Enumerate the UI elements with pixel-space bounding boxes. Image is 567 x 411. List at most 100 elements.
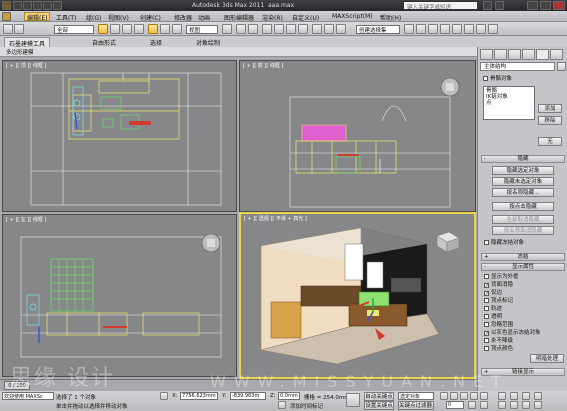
none-button[interactable]: 无 bbox=[538, 137, 562, 146]
hide-selected-button[interactable]: 隐藏选定对象 bbox=[492, 166, 554, 175]
viewport-left[interactable]: [ + ][ 左 ][ 线框 ] bbox=[2, 214, 237, 377]
display-prop-checkbox[interactable] bbox=[484, 306, 489, 311]
tab-freeform[interactable]: 自由形式 bbox=[88, 37, 120, 47]
render-production-icon[interactable] bbox=[488, 24, 498, 34]
time-tag-icon[interactable] bbox=[278, 401, 286, 409]
window-crossing-icon[interactable] bbox=[134, 24, 144, 34]
display-prop-checkbox[interactable] bbox=[484, 274, 489, 279]
viewport-top[interactable]: [ + ][ 顶 ][ 线框 ] bbox=[2, 60, 237, 212]
viewport-front[interactable]: [ + ][ 前 ][ 线框 ] bbox=[239, 60, 476, 212]
redo-icon[interactable] bbox=[53, 1, 62, 10]
add-time-tag-button[interactable]: 添加时间标记 bbox=[290, 402, 323, 410]
maxscript-listener-field[interactable]: 欢迎使用 MAXSc bbox=[2, 392, 54, 400]
lock-selection-icon[interactable] bbox=[160, 392, 168, 400]
render-setup-icon[interactable] bbox=[464, 24, 474, 34]
select-object-icon[interactable] bbox=[98, 24, 108, 34]
select-scale-icon[interactable] bbox=[172, 24, 182, 34]
add-button[interactable]: 添加 bbox=[538, 104, 562, 113]
display-prop-checkbox[interactable]: ✓ bbox=[484, 331, 489, 337]
polygon-modeling-label[interactable]: 多边形建模 bbox=[6, 48, 34, 56]
zoom-icon[interactable] bbox=[498, 392, 506, 400]
maximize-viewport-icon[interactable] bbox=[534, 401, 542, 409]
object-type-list[interactable]: 骨骼 IK链对象 点 bbox=[483, 86, 535, 120]
menu-animation[interactable]: 动画 bbox=[198, 13, 210, 22]
menu-views[interactable]: 视图(V) bbox=[108, 13, 129, 22]
key-filters-button[interactable]: 关键点过滤器... bbox=[398, 401, 434, 410]
display-prop-checkbox[interactable] bbox=[484, 298, 489, 303]
auto-key-button[interactable]: 自动关键点 bbox=[364, 392, 394, 401]
time-config-icon[interactable] bbox=[480, 401, 488, 409]
named-selection-dropdown[interactable]: 创建选择集 bbox=[356, 25, 400, 34]
schematic-view-icon[interactable] bbox=[440, 24, 450, 34]
display-props-rollout-header[interactable]: - 显示属性 bbox=[481, 263, 565, 271]
hierarchy-tab-icon[interactable] bbox=[508, 49, 521, 60]
key-mode-icon[interactable] bbox=[468, 401, 476, 409]
fov-icon[interactable] bbox=[498, 401, 506, 409]
search-icon[interactable] bbox=[483, 1, 492, 10]
percent-snap-icon[interactable] bbox=[286, 24, 296, 34]
app-logo-icon[interactable] bbox=[2, 1, 11, 10]
material-editor-icon[interactable] bbox=[452, 24, 462, 34]
display-tab-icon[interactable] bbox=[536, 49, 549, 60]
list-item[interactable]: 点 bbox=[486, 100, 532, 106]
display-prop-checkbox[interactable]: ✓ bbox=[484, 291, 489, 297]
select-rotate-icon[interactable] bbox=[160, 24, 170, 34]
reference-coord-dropdown[interactable]: 视图 bbox=[186, 25, 218, 34]
modify-tab-icon[interactable] bbox=[494, 49, 507, 60]
maximize-button[interactable] bbox=[540, 1, 551, 10]
display-prop-checkbox[interactable] bbox=[484, 322, 489, 327]
viewport-persp-label[interactable]: [ + ][ 透视 ][ 平滑 + 高光 ] bbox=[244, 215, 307, 222]
motion-tab-icon[interactable] bbox=[522, 49, 535, 60]
menu-tools[interactable]: 工具(T) bbox=[56, 13, 76, 22]
x-coordinate-field[interactable]: 7756.623mm bbox=[180, 392, 218, 400]
set-key-icon[interactable] bbox=[346, 393, 360, 407]
mirror-icon[interactable] bbox=[324, 24, 334, 34]
menu-customize[interactable]: 自定义(U) bbox=[292, 13, 319, 22]
rect-selection-icon[interactable] bbox=[122, 24, 132, 34]
rendered-frame-icon[interactable] bbox=[476, 24, 486, 34]
tab-object-paint[interactable]: 对象绘制 bbox=[192, 37, 224, 47]
goto-end-icon[interactable] bbox=[480, 392, 488, 400]
select-by-name-icon[interactable] bbox=[110, 24, 120, 34]
quick-open-icon[interactable] bbox=[23, 1, 32, 10]
bone-objects-checkbox[interactable] bbox=[483, 76, 488, 81]
help-icon[interactable] bbox=[495, 1, 504, 10]
quick-save-icon[interactable] bbox=[33, 1, 42, 10]
menu-rendering[interactable]: 渲染(R) bbox=[262, 13, 283, 22]
close-button[interactable] bbox=[553, 1, 565, 10]
tab-selection[interactable]: 选择 bbox=[146, 37, 166, 47]
hide-frozen-checkbox[interactable] bbox=[484, 240, 489, 245]
menu-maxscript[interactable]: MAXScript(M) bbox=[332, 13, 373, 20]
next-frame-icon[interactable] bbox=[470, 392, 478, 400]
redo-tool-icon[interactable] bbox=[14, 24, 24, 34]
goto-start-icon[interactable] bbox=[440, 392, 448, 400]
menu-modifiers[interactable]: 修改器 bbox=[174, 13, 192, 22]
menu-edit[interactable]: 编辑(E) bbox=[24, 12, 51, 22]
align-icon[interactable] bbox=[336, 24, 346, 34]
display-prop-checkbox[interactable] bbox=[484, 346, 489, 351]
selection-filter-dropdown[interactable]: 全部 bbox=[54, 25, 94, 34]
viewport-top-label[interactable]: [ + ][ 顶 ][ 线框 ] bbox=[6, 62, 46, 69]
play-icon[interactable] bbox=[460, 392, 468, 400]
zoom-extents-all-icon[interactable] bbox=[534, 392, 542, 400]
selected-filter-dropdown[interactable]: 选定对象 bbox=[398, 392, 434, 400]
menu-help[interactable]: 帮助(H) bbox=[380, 13, 401, 22]
orbit-icon[interactable] bbox=[522, 401, 530, 409]
viewport-left-label[interactable]: [ + ][ 左 ][ 线框 ] bbox=[6, 216, 46, 223]
app-menu-icon[interactable] bbox=[2, 12, 11, 21]
zoom-extents-icon[interactable] bbox=[522, 392, 530, 400]
y-coordinate-field[interactable]: -839.963m bbox=[230, 392, 266, 400]
unhide-by-name-button[interactable]: 按名称取消隐藏 bbox=[492, 226, 554, 235]
color-swatch-button[interactable] bbox=[557, 62, 566, 71]
snaps-toggle-icon[interactable] bbox=[262, 24, 272, 34]
edit-named-sets-icon[interactable] bbox=[312, 24, 322, 34]
display-prop-checkbox[interactable]: ✓ bbox=[484, 283, 489, 289]
main-structure-field[interactable]: 主体结构 bbox=[480, 62, 555, 71]
shaded-button[interactable]: 明暗处理 bbox=[530, 354, 564, 363]
set-key-button[interactable]: 设置关键点 bbox=[364, 401, 394, 410]
undo-icon[interactable] bbox=[43, 1, 52, 10]
viewport-perspective[interactable]: [ + ][ 透视 ][ 平滑 + 高光 ] bbox=[239, 212, 476, 379]
angle-snap-icon[interactable] bbox=[274, 24, 284, 34]
spinner-snap-icon[interactable] bbox=[298, 24, 308, 34]
graphite-toggle-icon[interactable] bbox=[416, 24, 426, 34]
